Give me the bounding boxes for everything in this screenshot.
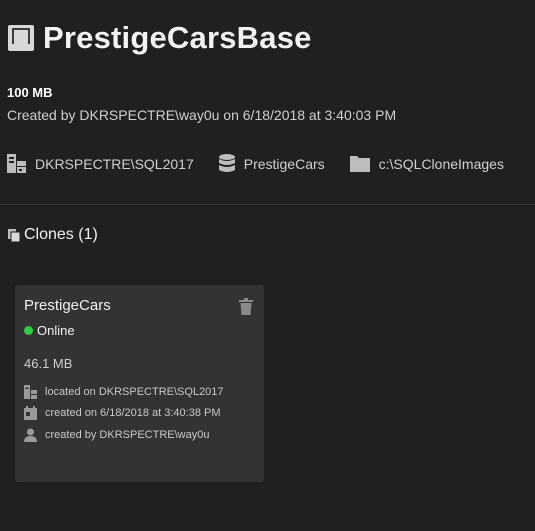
page-title: PrestigeCarsBase — [43, 20, 312, 55]
clone-location-label: located on DKRSPECTRE\SQL2017 — [45, 386, 224, 398]
image-created-info: Created by DKRSPECTRE\way0u on 6/18/2018… — [7, 107, 397, 123]
clone-status: Online — [24, 323, 75, 338]
trash-icon[interactable] — [239, 298, 253, 315]
clones-heading: Clones (1) — [7, 226, 98, 244]
meta-server: DKRSPECTRE\SQL2017 — [6, 153, 194, 174]
database-icon — [218, 154, 235, 172]
clones-icon — [8, 228, 21, 242]
clone-created-by: created by DKRSPECTRE\way0u — [24, 428, 209, 442]
location-label: c:\SQLCloneImages — [378, 155, 504, 172]
server-label: DKRSPECTRE\SQL2017 — [35, 155, 194, 172]
folder-icon — [349, 156, 370, 172]
server-icon — [24, 385, 37, 399]
user-icon — [24, 428, 37, 442]
meta-database: PrestigeCars — [218, 153, 325, 174]
clones-heading-label: Clones (1) — [24, 226, 98, 243]
image-size: 100 MB — [7, 85, 53, 100]
clone-created-by-label: created by DKRSPECTRE\way0u — [45, 429, 210, 441]
clone-created: created on 6/18/2018 at 3:40:38 PM — [24, 406, 221, 420]
image-header: PrestigeCarsBase — [7, 20, 312, 56]
server-icon — [7, 154, 26, 173]
clone-card[interactable]: PrestigeCars Online 46.1 MB located on D… — [15, 285, 264, 482]
database-label: PrestigeCars — [243, 155, 325, 172]
image-icon — [8, 25, 34, 51]
clone-name: PrestigeCars — [24, 297, 111, 314]
meta-location: c:\SQLCloneImages — [349, 154, 504, 173]
clone-status-label: Online — [37, 323, 75, 338]
clone-created-label: created on 6/18/2018 at 3:40:38 PM — [45, 407, 221, 419]
clone-size: 46.1 MB — [24, 356, 73, 371]
calendar-icon — [24, 406, 37, 420]
divider — [0, 204, 535, 205]
clone-location: located on DKRSPECTRE\SQL2017 — [24, 385, 224, 399]
online-indicator — [24, 326, 33, 335]
image-meta-row: DKRSPECTRE\SQL2017 PrestigeCars c:\SQLCl… — [6, 153, 528, 174]
